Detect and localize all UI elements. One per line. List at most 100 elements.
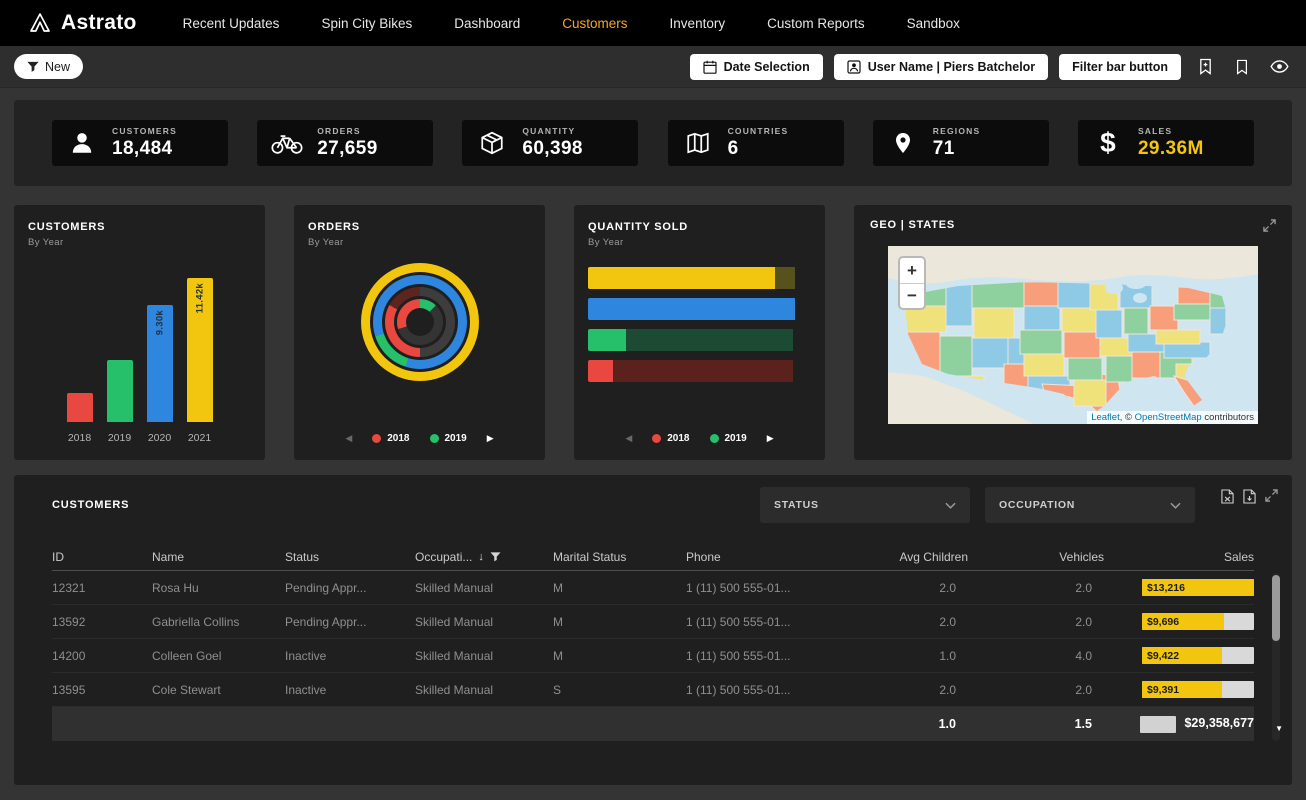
cell-sales: $9,696: [1104, 613, 1254, 630]
customers-bar[interactable]: [67, 393, 93, 422]
new-filter-label: New: [45, 60, 70, 74]
filter-bar-button[interactable]: Filter bar button: [1059, 54, 1181, 80]
nav-item-spin-city-bikes[interactable]: Spin City Bikes: [321, 16, 412, 31]
nav-item-custom-reports[interactable]: Custom Reports: [767, 16, 865, 31]
cell-vehicles: 4.0: [968, 649, 1104, 663]
column-header-id[interactable]: ID: [52, 550, 152, 564]
nav-item-customers[interactable]: Customers: [562, 16, 627, 31]
orders-donut-chart[interactable]: [361, 263, 479, 381]
map-header: GEO | STATES: [870, 219, 1276, 232]
nav-item-inventory[interactable]: Inventory: [670, 16, 726, 31]
table-row[interactable]: 14200 Colleen Goel Inactive Skilled Manu…: [52, 639, 1254, 673]
quantity-bar-row[interactable]: [588, 329, 811, 351]
legend-item-2018[interactable]: 2018: [372, 433, 409, 444]
openstreetmap-link[interactable]: OpenStreetMap: [1135, 412, 1202, 423]
bookmark-button[interactable]: [1229, 54, 1255, 80]
cell-id: 13595: [52, 683, 152, 697]
cell-sales: $13,216: [1104, 579, 1254, 596]
export-xlsx-button[interactable]: [1221, 489, 1234, 504]
kpi-panel: CUSTOMERS 18,484 ORDERS 27,659 QUANTIT: [14, 100, 1292, 186]
x-axis-label: 2021: [187, 432, 213, 444]
quantity-bar-row[interactable]: [588, 267, 811, 289]
legend-prev-icon[interactable]: ◀: [625, 433, 632, 444]
zoom-out-button[interactable]: −: [900, 283, 924, 308]
legend-label: 2019: [725, 433, 747, 444]
zoom-in-button[interactable]: +: [900, 258, 924, 283]
cell-phone: 1 (11) 500 555-01...: [686, 683, 852, 697]
expand-icon[interactable]: [1263, 219, 1276, 232]
bar-column: [107, 271, 133, 422]
cell-avg-children: 2.0: [852, 683, 968, 697]
cell-avg-children: 2.0: [852, 581, 968, 595]
scrollbar-thumb[interactable]: [1272, 575, 1280, 641]
column-header-phone[interactable]: Phone: [686, 550, 852, 564]
column-header-status[interactable]: Status: [285, 550, 415, 564]
column-label: Marital Status: [553, 550, 626, 564]
occupation-filter-dropdown[interactable]: OCCUPATION: [985, 487, 1195, 523]
legend-next-icon[interactable]: ▶: [487, 433, 494, 444]
toolbar-right: Date Selection User Name | Piers Batchel…: [690, 54, 1292, 80]
cell-marital: M: [553, 649, 686, 663]
bookmark-add-button[interactable]: [1192, 54, 1218, 80]
cell-marital: S: [553, 683, 686, 697]
column-header-name[interactable]: Name: [152, 550, 285, 564]
user-name-button[interactable]: User Name | Piers Batchelor: [834, 54, 1048, 80]
column-header-marital-status[interactable]: Marital Status: [553, 550, 686, 564]
kpi-quantity: QUANTITY 60,398: [462, 120, 638, 166]
astrato-logo-icon: [28, 11, 52, 35]
scroll-down-icon[interactable]: ▼: [1275, 724, 1283, 733]
kpi-value: 27,659: [317, 138, 378, 160]
nav-item-dashboard[interactable]: Dashboard: [454, 16, 520, 31]
expand-icon[interactable]: [1265, 489, 1278, 504]
bar-segment: [588, 360, 613, 382]
legend-item-2019[interactable]: 2019: [430, 433, 467, 444]
visibility-button[interactable]: [1266, 54, 1292, 80]
legend-dot: [372, 434, 381, 443]
table-scrollbar[interactable]: [1272, 573, 1280, 741]
charts-row: CUSTOMERS By Year 9.30k 11.42k: [14, 205, 1292, 460]
total-vehicles: 1.5: [968, 717, 1104, 731]
customers-bar[interactable]: [107, 360, 133, 422]
date-selection-button[interactable]: Date Selection: [690, 54, 823, 80]
column-header-occupation[interactable]: Occupati... ↓: [415, 550, 553, 564]
cell-vehicles: 2.0: [968, 615, 1104, 629]
table-row[interactable]: 13595 Cole Stewart Inactive Skilled Manu…: [52, 673, 1254, 707]
bar-segment: [588, 298, 795, 320]
kpi-label: QUANTITY: [522, 126, 583, 136]
new-filter-button[interactable]: New: [14, 54, 83, 79]
export-data-button[interactable]: [1243, 489, 1256, 504]
nav-item-recent-updates[interactable]: Recent Updates: [183, 16, 280, 31]
eye-icon: [1270, 60, 1289, 73]
leaflet-link[interactable]: Leaflet: [1091, 412, 1120, 423]
table-row[interactable]: 13592 Gabriella Collins Pending Appr... …: [52, 605, 1254, 639]
bar-column: 11.42k: [187, 271, 213, 422]
cell-vehicles: 2.0: [968, 581, 1104, 595]
column-header-avg-children[interactable]: Avg Children: [852, 550, 968, 564]
x-axis-label: 2018: [67, 432, 93, 444]
orders-donut-area: [294, 263, 545, 381]
legend-prev-icon[interactable]: ◀: [345, 433, 352, 444]
table-row[interactable]: 12321 Rosa Hu Pending Appr... Skilled Ma…: [52, 571, 1254, 605]
column-header-sales[interactable]: Sales: [1104, 550, 1254, 564]
map-icon: [681, 130, 715, 156]
nav-item-sandbox[interactable]: Sandbox: [907, 16, 960, 31]
us-states-map[interactable]: + − Leaflet, © OpenStreetMap contributor…: [888, 246, 1258, 424]
legend-dot: [430, 434, 439, 443]
bar-segment: [613, 360, 794, 382]
quantity-bar-row[interactable]: [588, 298, 811, 320]
brand[interactable]: Astrato: [28, 11, 137, 35]
filter-icon[interactable]: [490, 552, 501, 562]
legend-next-icon[interactable]: ▶: [767, 433, 774, 444]
quantity-bar-row[interactable]: [588, 360, 811, 382]
cell-occupation: Skilled Manual: [415, 649, 553, 663]
customers-bar[interactable]: 9.30k: [147, 305, 173, 422]
customers-bar[interactable]: 11.42k: [187, 278, 213, 422]
legend-item-2018[interactable]: 2018: [652, 433, 689, 444]
total-sales-bar: [1140, 716, 1176, 733]
kpi-value: 71: [933, 138, 981, 160]
table-actions: [1221, 489, 1278, 504]
status-filter-dropdown[interactable]: STATUS: [760, 487, 970, 523]
sort-desc-icon[interactable]: ↓: [478, 551, 484, 563]
legend-item-2019[interactable]: 2019: [710, 433, 747, 444]
column-header-vehicles[interactable]: Vehicles: [968, 550, 1104, 564]
